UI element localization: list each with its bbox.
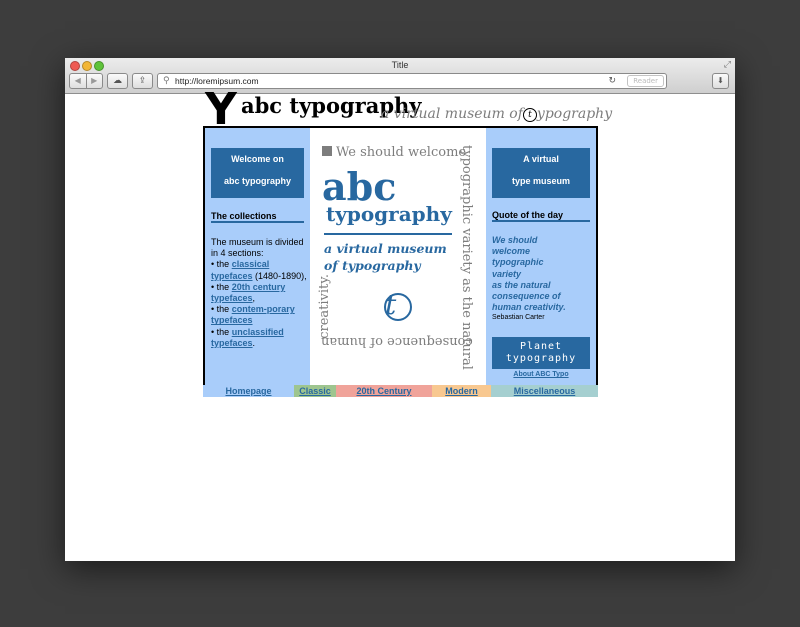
forward-arrow-icon[interactable]: ▶: [87, 74, 103, 88]
window-title: Title: [391, 60, 409, 70]
welcome-box: Welcome on abc typography: [211, 148, 304, 198]
poster-top-label: We should welcome: [336, 145, 467, 160]
quote-text: We should welcome typographic variety as…: [492, 235, 592, 313]
poster-typography: typography: [326, 202, 452, 226]
planet-typography-banner[interactable]: Planet typography: [492, 337, 590, 369]
browser-window: Title ⤢ ◀ ▶ ☁ ⇪ ⚲ http://loremipsum.com …: [65, 58, 735, 561]
planet-line1: Planet: [519, 341, 563, 352]
bullet: •: [211, 281, 215, 292]
poster-top-text: We should welcome: [322, 145, 466, 160]
nav-miscellaneous[interactable]: Miscellaneous: [491, 385, 598, 397]
quote-line: as the natural: [492, 279, 551, 290]
web-page: Y abc typography a virtual museum of t ypo…: [65, 88, 735, 561]
box-line1: A virtual: [523, 154, 559, 164]
quote-author: Sebastian Carter: [492, 314, 545, 321]
poster-divider: [324, 233, 452, 235]
list-item: • the classical typefaces (1480-1890),: [211, 259, 308, 281]
cloud-icon[interactable]: ☁: [107, 73, 128, 89]
circled-t-logo-icon: t: [383, 288, 413, 321]
bottom-nav: Homepage Classic 20th Century Modern Mis…: [203, 385, 598, 397]
back-forward-buttons: ◀ ▶: [69, 73, 103, 89]
site-subtitle: a virtual museum of t ypography: [381, 106, 612, 122]
subtitle-after: ypography: [536, 106, 613, 122]
square-icon: [322, 146, 332, 156]
reload-icon[interactable]: ↻: [608, 74, 616, 88]
list-item: • the unclassified typefaces.: [211, 327, 308, 349]
main-frame: Welcome on abc typography The collection…: [203, 126, 598, 387]
item-suffix: ,: [252, 293, 256, 304]
quote-line: welcome: [492, 246, 531, 257]
welcome-line1: Welcome on: [231, 154, 284, 164]
quote-line: variety: [492, 268, 522, 279]
subtitle-before: a virtual museum of: [381, 106, 523, 122]
collections-intro: The museum is divided in 4 sections:: [211, 237, 304, 259]
collections-text: The museum is divided in 4 sections: • t…: [211, 237, 308, 349]
poster-bottom-text: consequence of human: [321, 334, 473, 349]
list-item: • the contem-porary typefaces: [211, 304, 308, 326]
welcome-line2: abc typography: [223, 176, 291, 186]
nav-20th-century[interactable]: 20th Century: [336, 385, 432, 397]
poster-left-text: creativity.: [317, 274, 332, 339]
museum-line2: of typography: [324, 258, 421, 273]
bullet: •: [211, 259, 215, 270]
item-prefix: the: [216, 304, 230, 315]
right-column: A virtual type museum Quote of the day W…: [486, 128, 596, 385]
bullet: •: [211, 326, 215, 337]
site-icon: ⚲: [163, 76, 170, 86]
item-prefix: the: [216, 326, 230, 337]
quote-line: consequence of: [492, 291, 561, 302]
item-suffix: .: [252, 337, 256, 348]
item-prefix: the: [216, 259, 230, 270]
nav-classic[interactable]: Classic: [294, 385, 336, 397]
quote-line: typographic: [492, 257, 544, 268]
fullscreen-icon[interactable]: ⤢: [724, 60, 731, 70]
left-column: Welcome on abc typography The collection…: [205, 128, 310, 385]
circled-t-icon: t: [522, 108, 537, 122]
virtual-museum-box: A virtual type museum: [492, 148, 590, 198]
quote-heading: Quote of the day: [492, 210, 590, 222]
browser-toolbar: Title ⤢ ◀ ▶ ☁ ⇪ ⚲ http://loremipsum.com …: [65, 58, 735, 94]
back-arrow-icon[interactable]: ◀: [70, 74, 87, 88]
planet-line2: typography: [505, 353, 577, 364]
downloads-icon[interactable]: ⬇: [712, 73, 729, 89]
quote-line: We should: [492, 235, 538, 245]
poster-abc: abc: [322, 164, 397, 209]
nav-homepage[interactable]: Homepage: [203, 385, 294, 397]
item-suffix: (1480-1890),: [255, 270, 307, 281]
item-prefix: the: [216, 281, 230, 292]
museum-line1: a virtual museum: [324, 241, 447, 256]
share-icon[interactable]: ⇪: [132, 73, 153, 89]
reader-button[interactable]: Reader: [627, 75, 664, 87]
nav-modern[interactable]: Modern: [432, 385, 491, 397]
about-link[interactable]: About ABC Typo: [492, 371, 590, 378]
box-line2: type museum: [511, 176, 571, 186]
list-item: • the 20th century typefaces,: [211, 282, 308, 304]
collections-heading: The collections: [211, 211, 304, 223]
quote-line: human creativity.: [492, 302, 566, 313]
center-poster: We should welcome typographic variety as…: [310, 128, 486, 385]
bullet: •: [211, 304, 215, 315]
poster-museum-text: a virtual museum of typography: [324, 240, 447, 274]
